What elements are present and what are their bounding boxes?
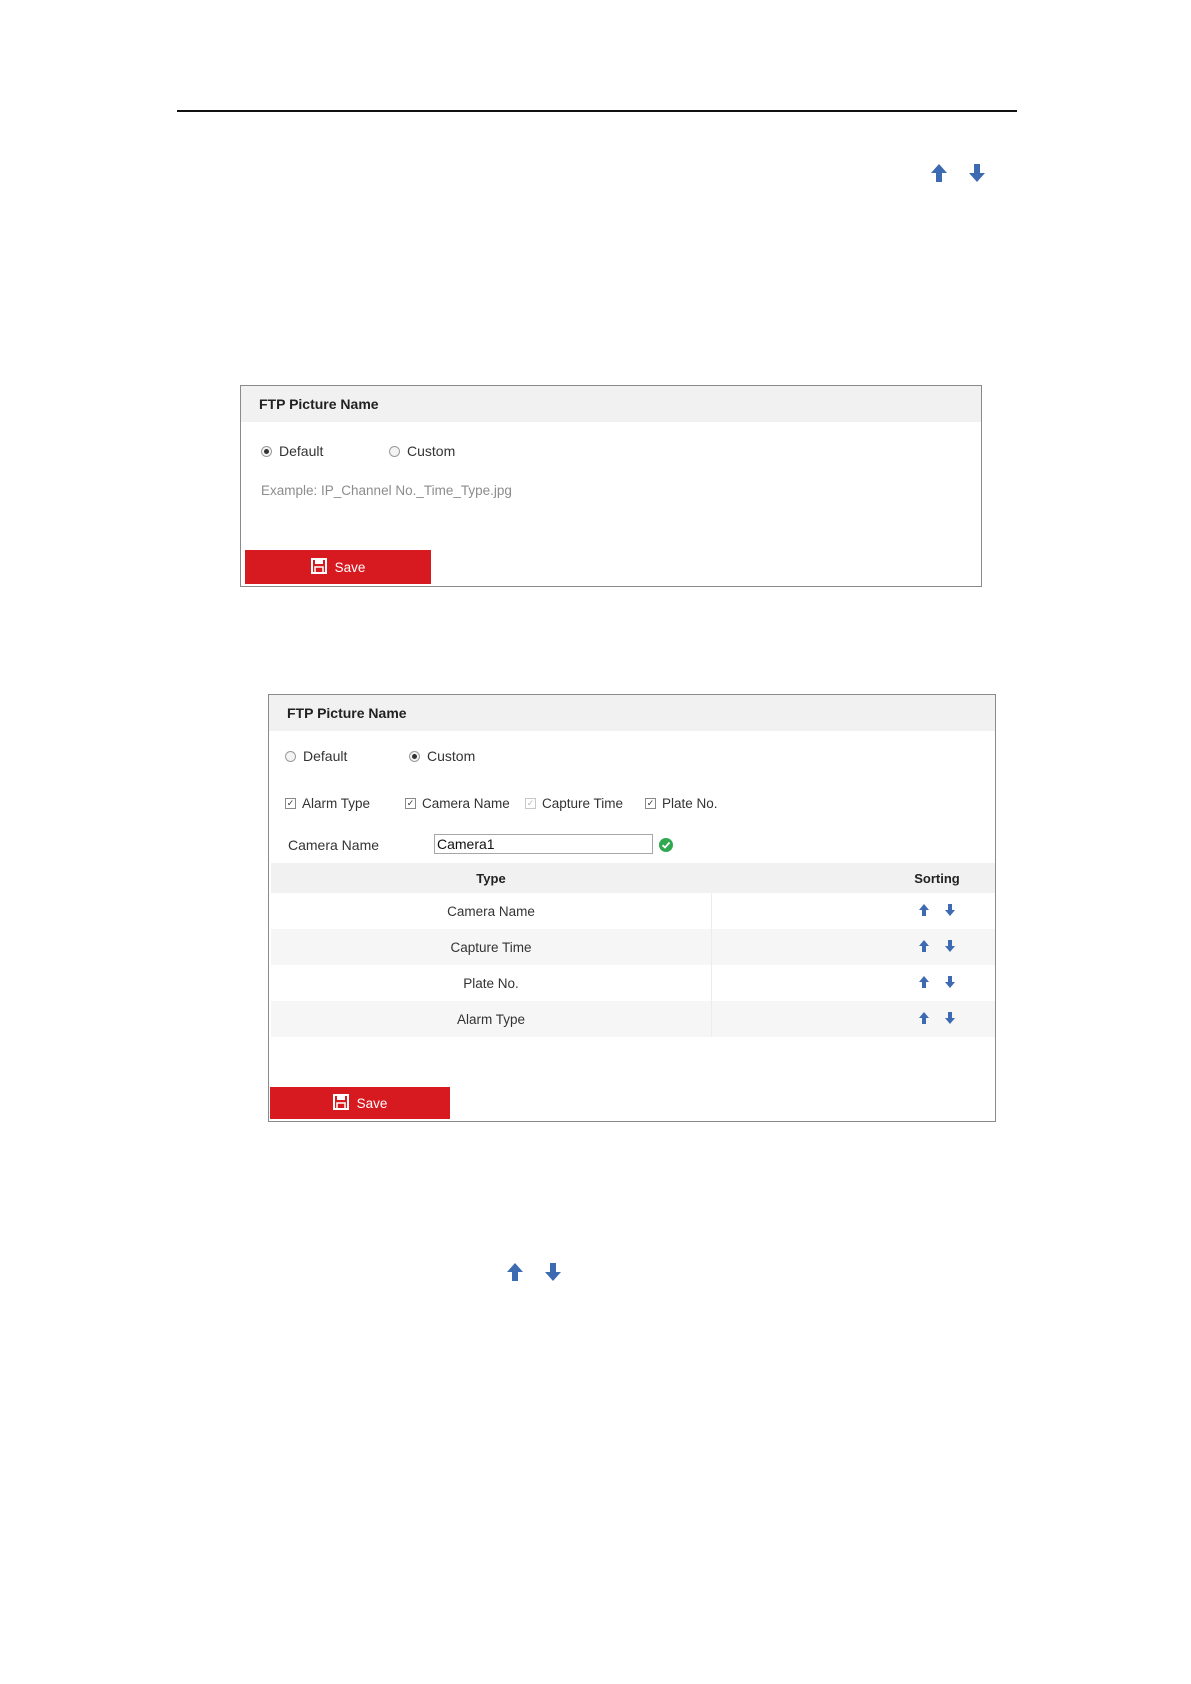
table-row: Capture Time — [271, 929, 995, 965]
column-header-sorting: Sorting — [914, 870, 960, 886]
save-button-label: Save — [334, 559, 366, 575]
move-up-icon[interactable] — [918, 1011, 930, 1028]
move-up-icon[interactable] — [918, 975, 930, 992]
table-row: Alarm Type — [271, 1001, 995, 1037]
radio-default[interactable]: Default — [261, 443, 323, 459]
ftp-picture-name-panel-custom: FTP Picture Name Default Custom ✓ Alarm … — [268, 694, 996, 1122]
move-arrows-top — [930, 163, 986, 183]
radio-default-label: Default — [303, 748, 348, 764]
arrow-up-icon — [506, 1262, 524, 1282]
row-sorting — [881, 965, 993, 1001]
column-header-type: Type — [476, 870, 506, 886]
arrow-down-icon — [544, 1262, 562, 1282]
checkbox-label: Alarm Type — [302, 796, 371, 811]
arrow-down-icon — [968, 163, 986, 183]
move-down-icon[interactable] — [944, 903, 956, 920]
move-arrows-bottom — [506, 1262, 562, 1282]
radio-default-indicator[interactable] — [261, 445, 272, 457]
checkbox-indicator[interactable]: ✓ — [525, 798, 536, 809]
save-button-label: Save — [356, 1095, 388, 1111]
checkbox-label: Camera Name — [422, 796, 510, 811]
camera-name-input[interactable] — [434, 834, 653, 854]
move-down-icon[interactable] — [944, 939, 956, 956]
panel-title: FTP Picture Name — [269, 695, 995, 731]
radio-default-indicator[interactable] — [285, 750, 296, 762]
checkbox-alarm-type[interactable]: ✓ Alarm Type — [285, 796, 370, 811]
move-up-icon[interactable] — [918, 903, 930, 920]
ftp-picture-name-panel-default: FTP Picture Name Default Custom Example:… — [240, 385, 982, 587]
row-sorting — [881, 893, 993, 929]
radio-custom-label: Custom — [427, 748, 476, 764]
checkbox-indicator[interactable]: ✓ — [645, 798, 656, 809]
table-row: Camera Name — [271, 893, 995, 929]
save-button[interactable]: Save — [245, 550, 431, 584]
row-sorting — [881, 1001, 993, 1037]
checkbox-indicator[interactable]: ✓ — [285, 798, 296, 809]
arrow-up-icon — [930, 163, 948, 183]
panel-title: FTP Picture Name — [241, 386, 981, 422]
row-type: Camera Name — [271, 893, 712, 929]
camera-name-label: Camera Name — [288, 837, 380, 853]
radio-default-label: Default — [279, 443, 324, 459]
row-sorting — [881, 929, 993, 965]
move-up-icon[interactable] — [918, 939, 930, 956]
radio-custom-indicator[interactable] — [389, 445, 400, 457]
check-circle-icon — [659, 838, 673, 852]
checkbox-label: Plate No. — [662, 796, 718, 811]
checkbox-plate-no[interactable]: ✓ Plate No. — [645, 796, 718, 811]
row-type: Plate No. — [271, 965, 712, 1001]
checkbox-label: Capture Time — [542, 796, 624, 811]
radio-custom-label: Custom — [407, 443, 456, 459]
page-top-rule — [177, 110, 1017, 112]
radio-custom-indicator[interactable] — [409, 750, 420, 762]
checkbox-indicator[interactable]: ✓ — [405, 798, 416, 809]
example-filename: Example: IP_Channel No._Time_Type.jpg — [261, 483, 512, 498]
move-down-icon[interactable] — [944, 1011, 956, 1028]
radio-default[interactable]: Default — [285, 748, 347, 764]
row-type: Alarm Type — [271, 1001, 712, 1037]
save-icon — [332, 1093, 349, 1113]
save-icon — [310, 557, 327, 577]
row-type: Capture Time — [271, 929, 712, 965]
radio-custom[interactable]: Custom — [389, 443, 455, 459]
move-down-icon[interactable] — [944, 975, 956, 992]
table-row: Plate No. — [271, 965, 995, 1001]
checkbox-camera-name[interactable]: ✓ Camera Name — [405, 796, 510, 811]
table-header: Type Sorting — [271, 863, 995, 893]
save-button[interactable]: Save — [270, 1087, 450, 1119]
radio-custom[interactable]: Custom — [409, 748, 475, 764]
checkbox-capture-time[interactable]: ✓ Capture Time — [525, 796, 623, 811]
